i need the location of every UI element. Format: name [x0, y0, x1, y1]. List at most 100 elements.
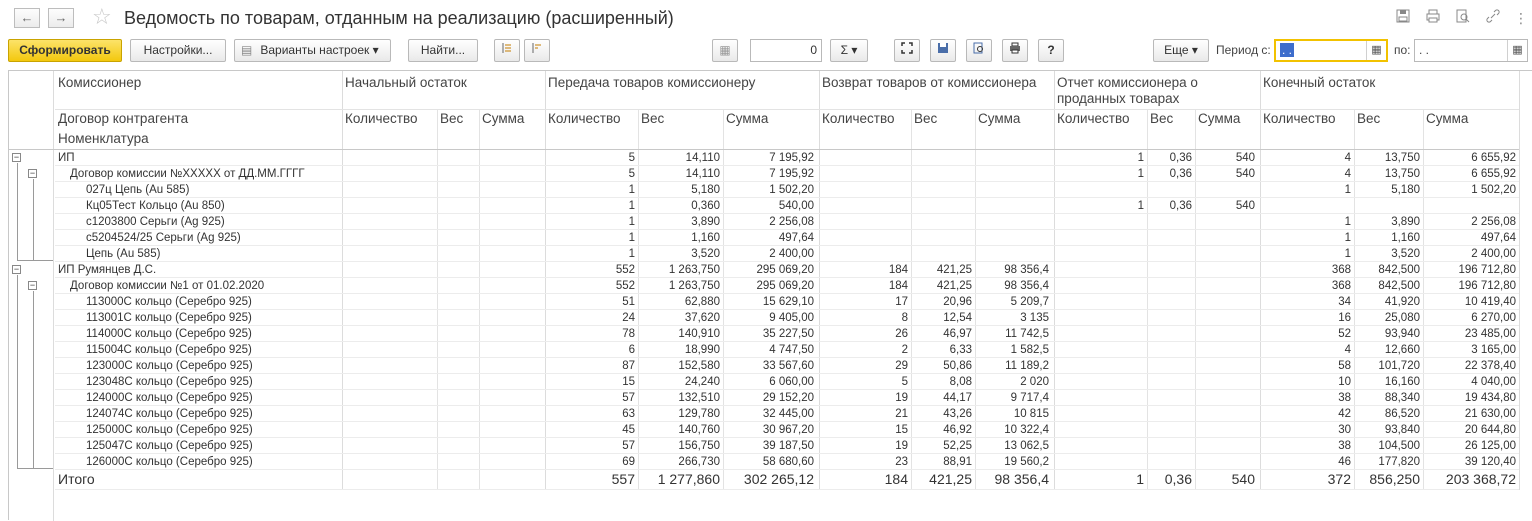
value-cell-weight [1147, 454, 1195, 470]
value-cell-qty [342, 246, 437, 262]
value-cell-qty [342, 358, 437, 374]
value-cell-qty: 21 [895, 408, 908, 420]
row-name: Договор комиссии №XXXXX от ДД.ММ.ГГГГ [70, 168, 305, 180]
collapse-groups-button[interactable] [524, 39, 550, 62]
value-cell-qty: 184 [888, 280, 908, 292]
more-button[interactable]: Еще ▾ [1153, 39, 1209, 62]
value-cell-weight: 0,360 [691, 200, 720, 212]
value-cell-qty: 69 [622, 456, 635, 468]
value-cell-sum: 11 742,5 [1005, 328, 1049, 340]
collapse-group-icon[interactable]: − [12, 265, 21, 274]
value-cell-weight: 104,500 [1378, 440, 1420, 452]
calendar-icon[interactable]: ▦ [1366, 41, 1386, 60]
value-cell-qty [1054, 246, 1147, 262]
value-cell-sum [975, 150, 1052, 166]
value-cell-weight: 3,520 [1391, 248, 1420, 260]
value-cell-weight: 129,780 [678, 408, 720, 420]
report-spreadsheet[interactable]: Комиссионер Договор контрагента Номенкла… [8, 70, 1532, 521]
value-cell-sum: 7 195,92 [769, 168, 814, 180]
paste-icon-button[interactable]: ▦ [712, 39, 738, 62]
value-cell-sum [1195, 358, 1258, 374]
value-cell-qty [1054, 422, 1147, 438]
back-button[interactable]: ← [14, 8, 40, 28]
subheader-qty: Количество [1263, 111, 1336, 126]
value-cell-qty: 1 [628, 232, 635, 244]
value-cell-qty [342, 294, 437, 310]
value-cell-weight [1147, 182, 1195, 198]
value-cell-weight: 3,890 [1391, 216, 1420, 228]
value-cell-sum: 3 135 [1020, 312, 1049, 324]
find-button[interactable]: Найти... [408, 39, 478, 62]
fullscreen-button[interactable] [894, 39, 920, 62]
settings-variants-button[interactable]: ▤ Варианты настроек ▾ [234, 39, 391, 62]
value-cell-sum [479, 438, 545, 454]
value-cell-sum [975, 198, 1052, 214]
value-cell-sum [1195, 422, 1258, 438]
value-cell-weight: 842,500 [1378, 264, 1420, 276]
print-icon[interactable] [1424, 9, 1442, 27]
more-vertical-icon[interactable]: ⋮ [1512, 9, 1530, 27]
value-cell-qty: 19 [895, 440, 908, 452]
value-cell-weight: 177,820 [1378, 456, 1420, 468]
value-cell-qty [1054, 390, 1147, 406]
link-icon[interactable] [1484, 9, 1502, 27]
value-cell-sum: 9 405,00 [769, 312, 814, 324]
period-from-field[interactable]: . . ▦ [1274, 39, 1388, 62]
value-cell-qty [819, 246, 911, 262]
value-cell-qty [342, 230, 437, 246]
value-cell-weight [911, 198, 975, 214]
value-cell-sum [479, 358, 545, 374]
row-name: ИП [58, 152, 75, 164]
value-cell-qty: 1 [1344, 248, 1351, 260]
settings-button[interactable]: Настройки... [130, 39, 226, 62]
value-cell-sum: 295 069,20 [756, 264, 814, 276]
preview-icon[interactable] [1454, 9, 1472, 27]
value-cell-sum: 10 419,40 [1464, 296, 1516, 308]
value-cell-sum [1195, 438, 1258, 454]
value-cell-qty: 52 [1338, 328, 1351, 340]
row-name: Кц05Тест Кольцо (Au 850) [86, 200, 225, 212]
collapse-group-icon[interactable]: − [28, 169, 37, 178]
value-cell-qty [342, 166, 437, 182]
value-cell-qty [819, 198, 911, 214]
value-cell-sum [1195, 310, 1258, 326]
preview-button[interactable] [966, 39, 992, 62]
value-cell-weight: 18,990 [684, 344, 720, 356]
subheader-weight: Вес [1357, 111, 1381, 126]
save-report-button[interactable] [930, 39, 956, 62]
forward-button[interactable]: → [48, 8, 74, 28]
value-cell-weight: 37,620 [684, 312, 720, 324]
header-group-sales-report: Отчет комиссионера о проданных товарах [1057, 75, 1198, 106]
expand-groups-button[interactable] [494, 39, 520, 62]
collapse-group-icon[interactable]: − [28, 281, 37, 290]
value-cell-weight: 1 263,750 [668, 280, 720, 292]
value-cell-weight: 0,36 [1164, 471, 1192, 487]
value-cell-sum [975, 246, 1052, 262]
value-cell-qty: 4 [1344, 152, 1351, 164]
period-to-field[interactable]: . . ▦ [1414, 39, 1528, 62]
header-contract: Договор контрагента [58, 111, 189, 126]
value-cell-sum: 1 502,20 [769, 184, 814, 196]
value-cell-weight [1147, 422, 1195, 438]
value-cell-qty [819, 182, 911, 198]
calendar-icon[interactable]: ▦ [1507, 40, 1527, 61]
period-to-value: . . [1419, 43, 1430, 57]
value-cell-weight: 93,840 [1384, 424, 1420, 436]
value-cell-qty [819, 150, 911, 166]
generate-button[interactable]: Сформировать [8, 39, 122, 62]
value-cell-qty [342, 438, 437, 454]
save-icon[interactable] [1394, 9, 1412, 27]
value-cell-qty [819, 214, 911, 230]
help-button[interactable]: ? [1038, 39, 1064, 62]
value-cell-qty: 5 [901, 376, 908, 388]
print-button[interactable] [1002, 39, 1028, 62]
value-cell-sum: 10 322,4 [1004, 424, 1049, 436]
value-cell-qty: 1 [628, 216, 635, 228]
favorite-star-icon[interactable]: ☆ [92, 5, 112, 29]
counter-field[interactable]: 0 [750, 39, 822, 62]
sum-button[interactable]: Σ ▾ [830, 39, 868, 62]
value-cell-weight: 5,180 [1391, 184, 1420, 196]
value-cell-weight [1147, 438, 1195, 454]
collapse-group-icon[interactable]: − [12, 153, 21, 162]
value-cell-sum: 295 069,20 [756, 280, 814, 292]
